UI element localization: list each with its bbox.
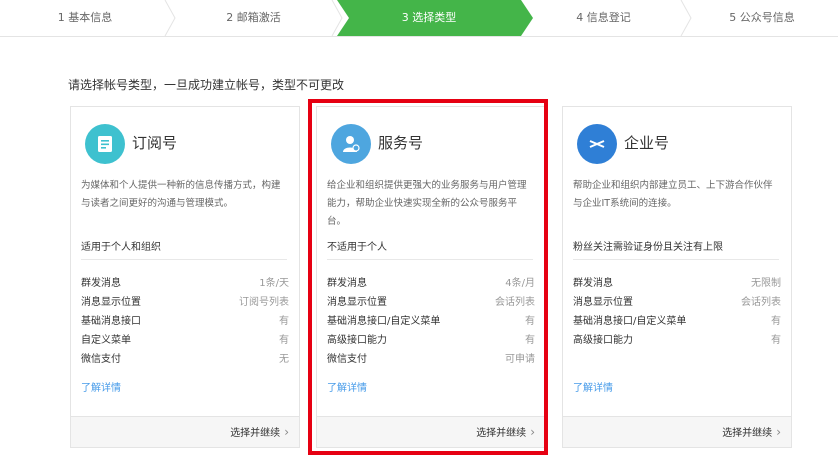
learn-more-link[interactable]: 了解详情 [573, 379, 613, 394]
feature-name: 基础消息接口 [81, 316, 141, 327]
card-description: 为媒体和个人提供一种新的信息传播方式，构建与读者之间更好的沟通与管理模式。 [81, 180, 281, 209]
card-footer: 选择并继续 › [563, 416, 791, 447]
button-label: 选择并继续 [230, 428, 281, 439]
feature-name: 群发消息 [573, 278, 613, 289]
feature-row: 自定义菜单 有 [81, 331, 289, 350]
feature-value: 无 [279, 354, 289, 365]
feature-row: 高级接口能力 有 [573, 331, 781, 350]
step-separator-icon [680, 0, 692, 36]
divider [573, 259, 779, 260]
feature-name: 群发消息 [81, 278, 121, 289]
feature-name: 自定义菜单 [81, 335, 131, 346]
feature-value: 订阅号列表 [239, 297, 289, 308]
card-description: 帮助企业和组织内部建立员工、上下游合作伙伴与企业IT系统间的连接。 [573, 180, 773, 209]
service-account-highlight-box [308, 99, 548, 455]
feature-list: 群发消息 无限制 消息显示位置 会话列表 基础消息接口/自定义菜单有 高级接口能力有 [573, 274, 781, 350]
enterprise-link-icon [577, 124, 617, 164]
card-footer: 选择并继续 › [71, 416, 299, 447]
feature-list: 群发消息 1条/天 消息显示位置 订阅号列表 基础消息接口有 自定义菜单有 微信支付… [81, 274, 289, 369]
feature-value: 有 [279, 316, 289, 327]
learn-more-link[interactable]: 了解详情 [81, 379, 121, 394]
divider [81, 259, 287, 260]
feature-row: 群发消息 1条/天 [81, 274, 289, 293]
step-progress-bar: 1 基本信息 2 邮箱激活 3 选择类型 4 信息登记 5 公众号信息 [0, 0, 838, 37]
feature-value: 有 [279, 335, 289, 346]
account-type-instruction: 请选择帐号类型，一旦成功建立帐号，类型不可更改 [68, 78, 345, 92]
card-scope: 适用于个人和组织 [81, 242, 161, 253]
step-separator-icon [331, 0, 343, 36]
feature-name: 消息显示位置 [573, 297, 633, 308]
feature-row: 群发消息 无限制 [573, 274, 781, 293]
step-separator-icon [164, 0, 176, 36]
feature-value: 有 [771, 316, 781, 327]
button-label: 选择并继续 [722, 428, 773, 439]
step-basic-info: 1 基本信息 [57, 11, 113, 24]
feature-name: 高级接口能力 [573, 335, 633, 346]
step-info-registration: 4 信息登记 [576, 11, 631, 24]
subscription-doc-icon [85, 124, 125, 164]
card-enterprise-account: 企业号 帮助企业和组织内部建立员工、上下游合作伙伴与企业IT系统间的连接。 粉丝… [562, 106, 792, 448]
feature-name: 微信支付 [81, 354, 121, 365]
feature-row: 消息显示位置 会话列表 [573, 293, 781, 312]
feature-value: 有 [771, 335, 781, 346]
feature-name: 消息显示位置 [81, 297, 141, 308]
select-continue-button[interactable]: 选择并继续 › [230, 417, 289, 447]
feature-name: 基础消息接口/自定义菜单 [573, 316, 687, 327]
chevron-right-icon: › [776, 425, 781, 439]
card-subscription-account: 订阅号 为媒体和个人提供一种新的信息传播方式，构建与读者之间更好的沟通与管理模式… [70, 106, 300, 448]
step-select-type-active: 3 选择类型 [337, 0, 533, 36]
feature-value: 会话列表 [741, 297, 781, 308]
feature-row: 微信支付 无 [81, 350, 289, 369]
feature-row: 基础消息接口/自定义菜单 有 [573, 312, 781, 331]
select-continue-button[interactable]: 选择并继续 › [722, 417, 781, 447]
step-email-activation: 2 邮箱激活 [226, 11, 281, 24]
feature-row: 基础消息接口 有 [81, 312, 289, 331]
feature-value: 无限制 [751, 278, 781, 289]
feature-row: 消息显示位置 订阅号列表 [81, 293, 289, 312]
step-account-info: 5 公众号信息 [729, 11, 795, 24]
card-scope: 粉丝关注需验证身份且关注有上限 [573, 242, 723, 253]
card-title: 订阅号 [132, 134, 178, 152]
feature-value: 1条/天 [259, 278, 289, 289]
card-title: 企业号 [624, 134, 670, 152]
chevron-right-icon: › [284, 425, 289, 439]
